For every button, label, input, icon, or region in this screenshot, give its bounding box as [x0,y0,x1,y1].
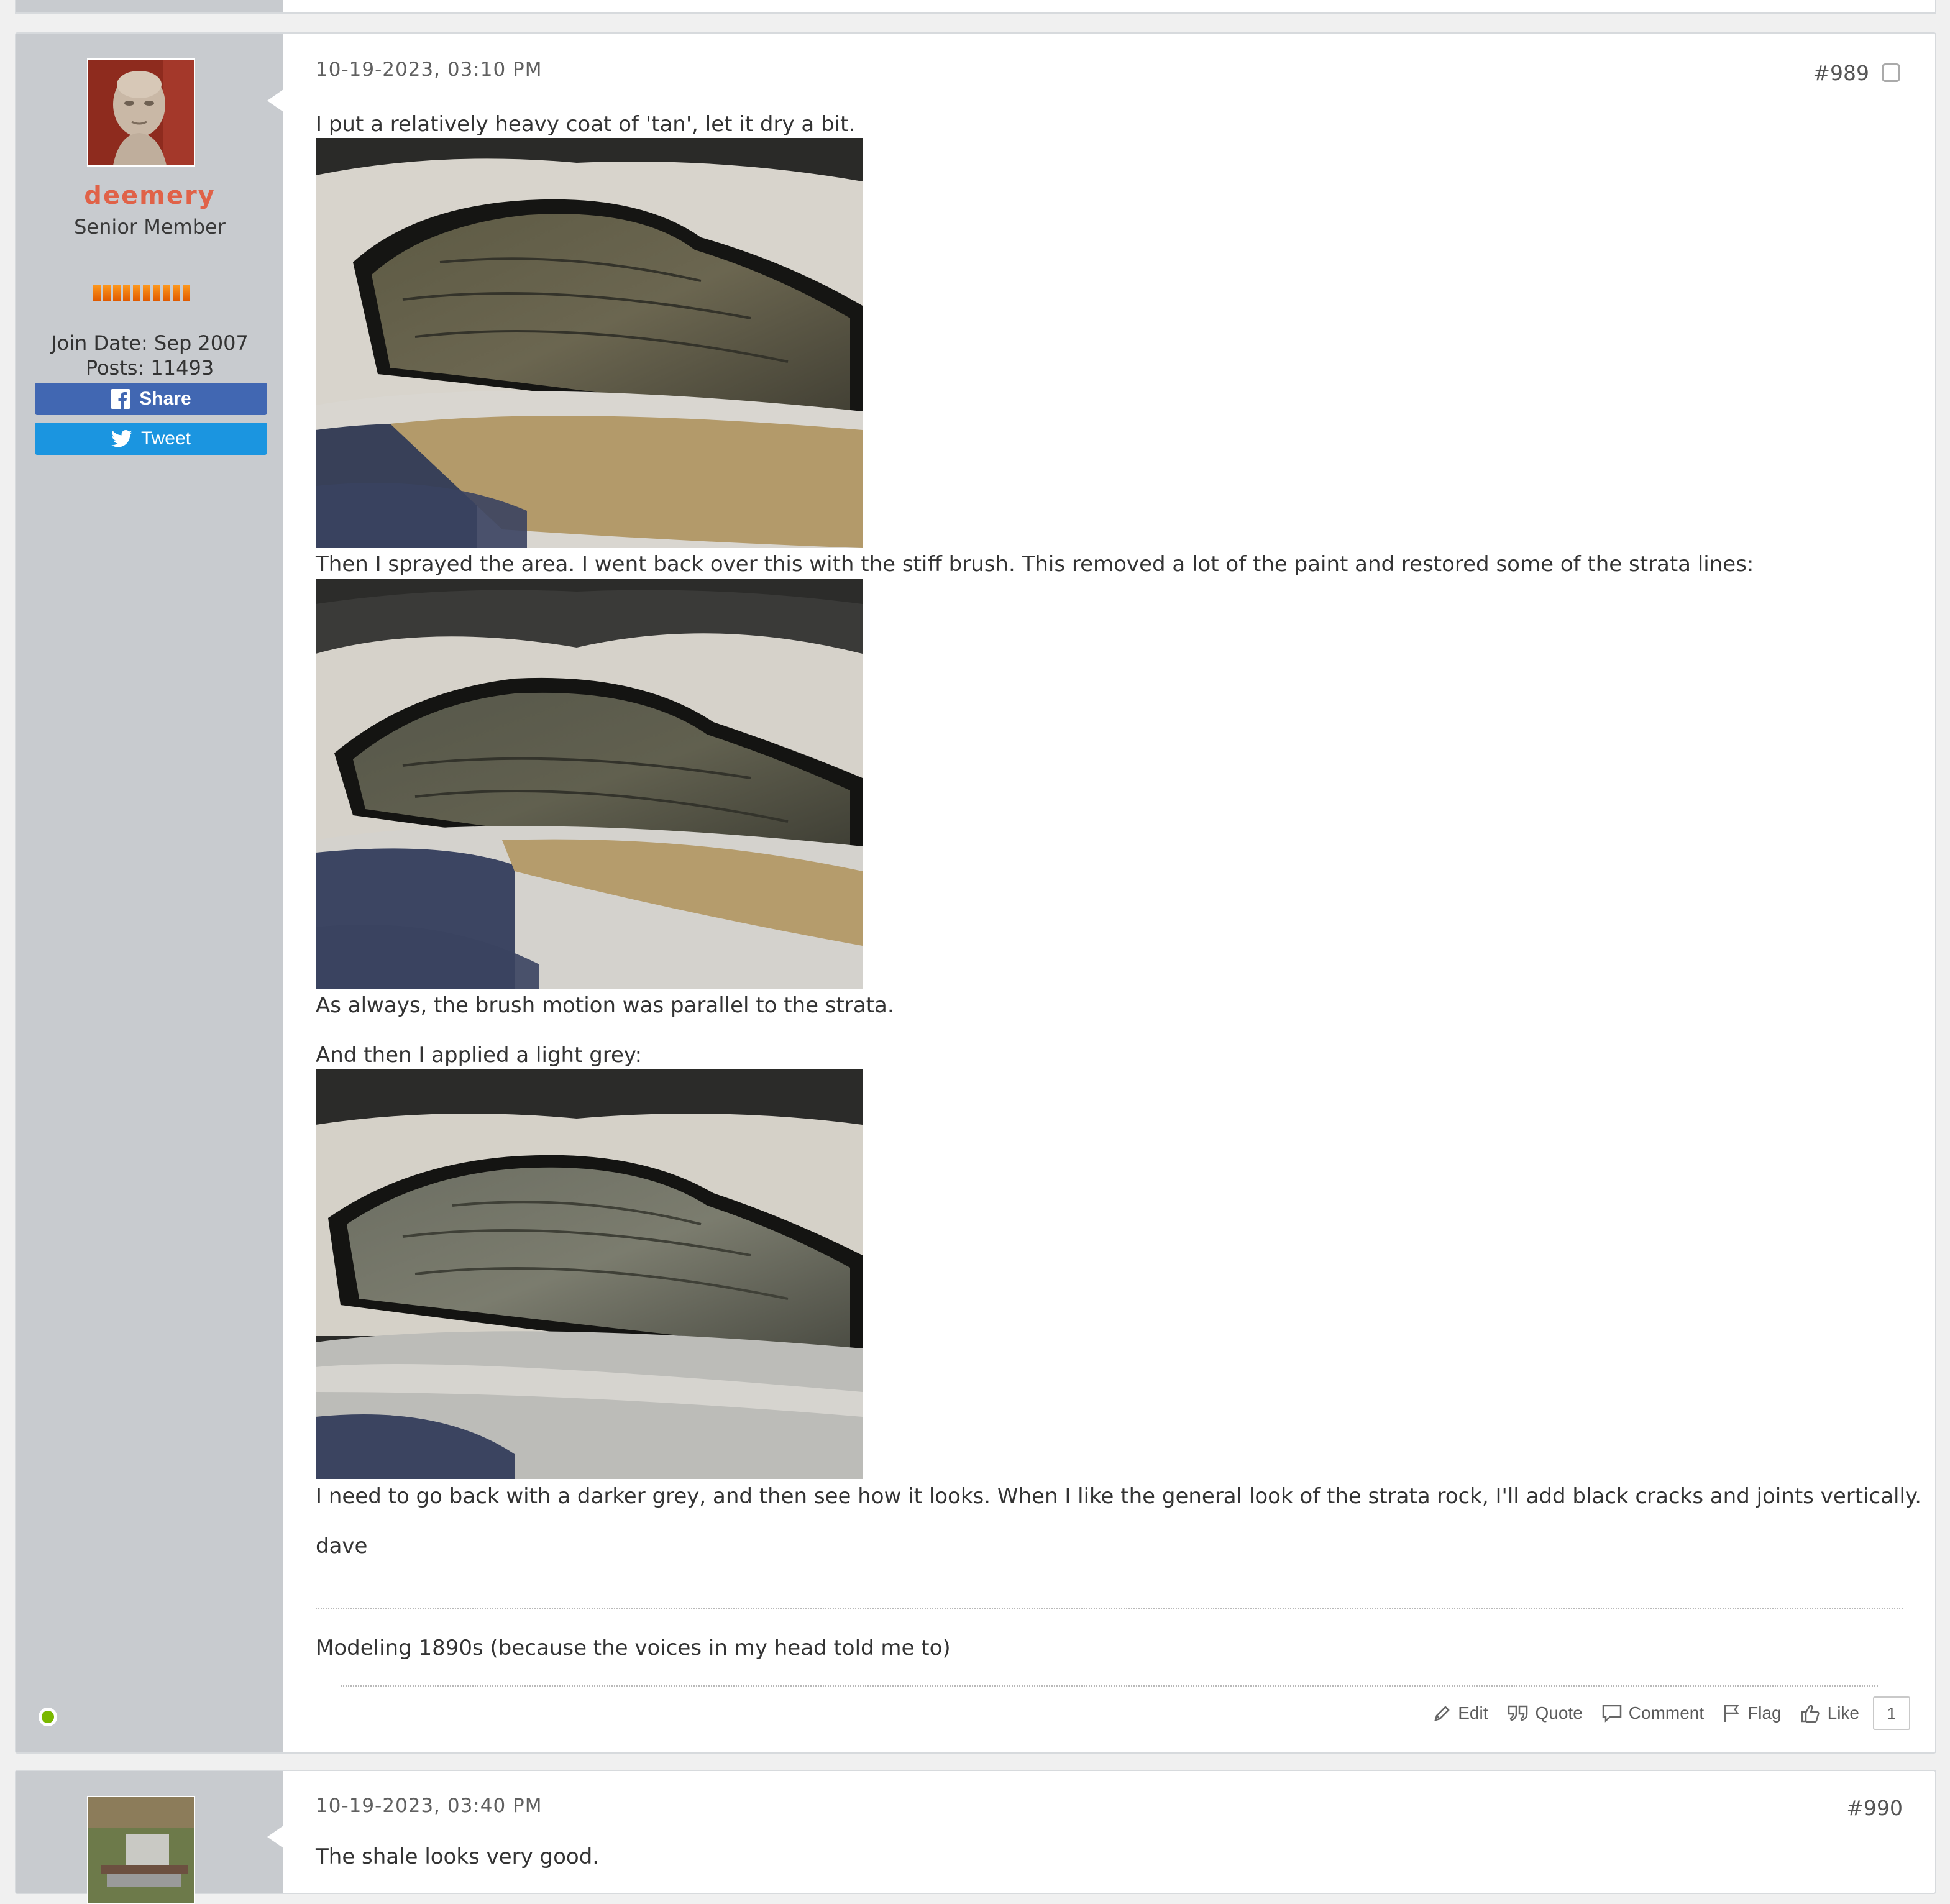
post-text-2: Then I sprayed the area. I went back ove… [316,552,1754,577]
post-990: 10-19-2023, 03:40 PM #990 The shale look… [15,1770,1936,1904]
post-photo-1[interactable] [316,138,863,548]
edit-button[interactable]: Edit [1433,1703,1488,1723]
previous-post [15,0,1936,14]
quote-icon [1508,1705,1527,1721]
quote-label: Quote [1535,1703,1583,1723]
twitter-tweet-button[interactable]: Tweet [35,423,267,455]
post-date: 10-19-2023, 03:40 PM [316,1795,542,1817]
post-text-1: I put a relatively heavy coat of 'tan', … [316,112,856,137]
post-text-3: As always, the brush motion was parallel… [316,993,894,1018]
share-label: Share [139,388,191,409]
post-select-checkbox[interactable] [1882,63,1900,82]
edit-label: Edit [1458,1703,1488,1723]
user-title: Senior Member [74,215,226,239]
post-photo-3[interactable] [316,1069,863,1479]
post-signature: Modeling 1890s (because the voices in my… [316,1636,951,1660]
actions-divider [341,1685,1878,1687]
tweet-label: Tweet [140,428,191,449]
facebook-share-button[interactable]: Share [35,383,267,415]
post-number-link[interactable]: #990 [1846,1796,1903,1820]
post-actions: Edit Quote Comment Flag Like 1 [1433,1696,1910,1730]
comment-icon [1602,1705,1622,1723]
post-text-1: The shale looks very good. [316,1844,600,1869]
post-photo-2[interactable] [316,579,863,989]
comment-button[interactable]: Comment [1601,1703,1704,1723]
post-content: 10-19-2023, 03:10 PM #989 I put a relati… [316,34,1921,1752]
post-content: 10-19-2023, 03:40 PM #990 The shale look… [316,1771,1903,1893]
username-link[interactable]: deemery [16,181,283,210]
post-number-link[interactable]: #989 [1813,61,1869,85]
online-status-indicator [39,1708,57,1726]
flag-icon [1724,1705,1739,1722]
like-button[interactable]: Like [1800,1703,1859,1723]
avatar[interactable] [87,58,195,167]
reputation-bars [93,285,190,301]
post-989: deemery Senior Member Join Date: Sep 200… [15,32,1936,1754]
quote-button[interactable]: Quote [1507,1703,1583,1723]
flag-button[interactable]: Flag [1723,1703,1782,1723]
twitter-icon [111,430,132,447]
previous-post-sidebar [16,0,283,12]
pencil-icon [1434,1706,1450,1721]
sidebar-pointer [267,1826,283,1848]
comment-label: Comment [1628,1703,1705,1723]
like-count-badge[interactable]: 1 [1873,1696,1910,1730]
post-text-4: And then I applied a light grey: [316,1043,643,1068]
post-author-sidebar [16,1771,283,1904]
thumbs-up-icon [1801,1705,1820,1723]
flag-label: Flag [1747,1703,1782,1723]
sidebar-pointer [267,89,283,112]
facebook-icon [111,389,131,409]
post-count: Posts: 11493 [85,356,214,380]
post-author-sidebar: deemery Senior Member Join Date: Sep 200… [16,34,283,1752]
post-text-6: dave [316,1534,368,1558]
signature-divider [316,1608,1903,1609]
like-label: Like [1827,1703,1859,1723]
avatar[interactable] [87,1796,195,1904]
join-date: Join Date: Sep 2007 [51,331,249,355]
post-date: 10-19-2023, 03:10 PM [316,58,542,81]
post-text-5: I need to go back with a darker grey, an… [316,1484,1921,1509]
